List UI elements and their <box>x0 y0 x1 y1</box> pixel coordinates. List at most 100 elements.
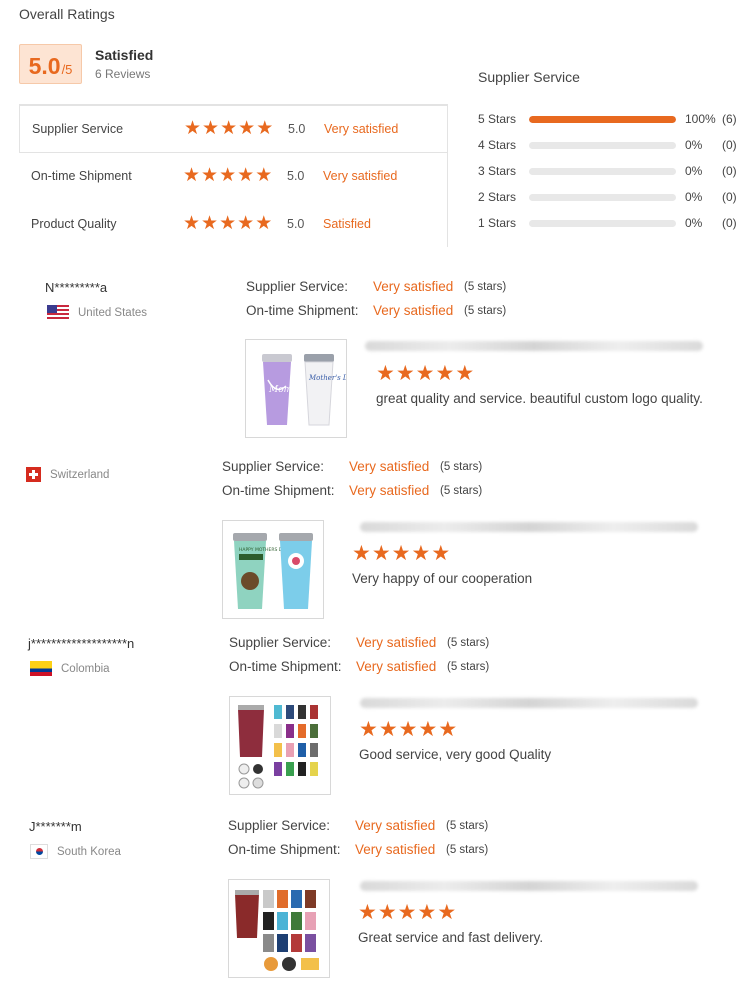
rating-value: 5.0 <box>287 217 305 231</box>
breakdown-count: (0) <box>722 216 737 230</box>
breakdown-label: 5 Stars <box>478 112 517 126</box>
overall-ratings-title: Overall Ratings <box>19 6 115 22</box>
breakdown-percent: 0% <box>685 216 703 230</box>
star-icon: ★ <box>397 901 417 924</box>
reviewer-country: Colombia <box>30 661 110 676</box>
star-icon: ★ <box>184 118 202 139</box>
reviewer-country: Switzerland <box>26 467 109 482</box>
supplier-service-value: Very satisfied <box>349 459 430 474</box>
ontime-shipment-stars: (5 stars) <box>440 485 483 497</box>
review-photo-thumbnail[interactable]: Mom Mother's Day <box>245 339 347 438</box>
supplier-service-stars: (5 stars) <box>440 461 483 473</box>
country-label: Switzerland <box>50 468 110 481</box>
flag-ch-icon <box>26 467 41 482</box>
star-icon: ★ <box>455 362 475 385</box>
rating-row-ontime-shipment[interactable]: On-time Shipment ★ ★ ★ ★ ★ 5.0 Very satisfie… <box>19 153 447 201</box>
supplier-service-label: Supplier Service: <box>228 818 331 833</box>
review-text: Great service and fast delivery. <box>358 930 544 945</box>
review-stars: ★ ★ ★ ★ ★ <box>359 719 457 740</box>
breakdown-title: Supplier Service <box>478 69 580 85</box>
breakdown-percent: 100% <box>685 112 716 126</box>
ontime-shipment-stars: (5 stars) <box>464 305 507 317</box>
supplier-service-label: Supplier Service: <box>222 459 325 474</box>
star-icon: ★ <box>376 362 395 385</box>
supplier-service-stars: (5 stars) <box>446 820 489 832</box>
ontime-shipment-value: Very satisfied <box>355 842 436 857</box>
star-icon: ★ <box>220 118 238 139</box>
review-stars: ★ ★ ★ ★ ★ <box>376 363 474 384</box>
overall-score-value: 5.0 <box>28 53 61 79</box>
star-icon: ★ <box>202 118 220 139</box>
supplier-service-label: Supplier Service: <box>229 635 332 650</box>
breakdown-bar-track <box>529 116 676 123</box>
review-text: Very happy of our cooperation <box>352 571 533 586</box>
breakdown-row: 2 Stars 0% (0) <box>478 188 748 206</box>
breakdown-bar-track <box>529 220 676 227</box>
breakdown-label: 1 Stars <box>478 216 517 230</box>
star-icon: ★ <box>431 542 451 565</box>
star-icon: ★ <box>437 901 457 924</box>
star-icon: ★ <box>237 165 255 186</box>
breakdown-percent: 0% <box>685 164 703 178</box>
rating-value: 5.0 <box>288 122 306 136</box>
rating-value: 5.0 <box>287 169 305 183</box>
supplier-service-label: Supplier Service: <box>246 279 349 294</box>
rating-row-product-quality[interactable]: Product Quality ★ ★ ★ ★ ★ 5.0 Satisfied <box>19 201 447 249</box>
star-icon: ★ <box>415 362 435 385</box>
breakdown-count: (6) <box>722 112 737 126</box>
star-icon: ★ <box>438 718 458 741</box>
ontime-shipment-label: On-time Shipment: <box>229 659 342 674</box>
thumb-text: Mother's Day <box>308 374 346 382</box>
star-icon: ★ <box>378 718 398 741</box>
supplier-service-stars: (5 stars) <box>447 637 490 649</box>
breakdown-bar-fill <box>529 116 676 123</box>
rating-stars: ★ ★ ★ ★ ★ <box>183 214 272 233</box>
ontime-shipment-value: Very satisfied <box>373 303 454 318</box>
star-icon: ★ <box>201 165 219 186</box>
breakdown-count: (0) <box>722 190 737 204</box>
rating-row-supplier-service[interactable]: Supplier Service ★ ★ ★ ★ ★ 5.0 Very satisfie… <box>19 105 447 153</box>
overall-score-badge: 5.0 /5 <box>19 44 82 84</box>
country-label: United States <box>78 306 148 319</box>
blurred-date <box>360 698 698 708</box>
ontime-shipment-label: On-time Shipment: <box>228 842 341 857</box>
star-icon: ★ <box>183 213 201 234</box>
star-icon: ★ <box>219 213 237 234</box>
thumb-text: Mom <box>268 385 292 395</box>
rating-desc: Very satisfied <box>323 169 398 183</box>
reviewer-name: j*******************n <box>28 636 135 651</box>
breakdown-bar-track <box>529 194 676 201</box>
star-icon: ★ <box>237 213 255 234</box>
breakdown-count: (0) <box>722 138 737 152</box>
review-photo-thumbnail[interactable] <box>229 696 331 795</box>
review-item: j*******************n Colombia Supplier … <box>0 626 750 801</box>
star-icon: ★ <box>238 118 256 139</box>
tumbler-photo-icon <box>238 705 318 789</box>
rating-stars: ★ ★ ★ ★ ★ <box>183 166 272 185</box>
star-icon: ★ <box>352 542 371 565</box>
star-icon: ★ <box>417 901 437 924</box>
review-item: N*********a United States Supplier Servi… <box>0 270 750 445</box>
supplier-service-stars: (5 stars) <box>464 281 507 293</box>
star-icon: ★ <box>411 542 431 565</box>
star-icon: ★ <box>359 718 378 741</box>
ontime-shipment-label: On-time Shipment: <box>246 303 359 318</box>
reviewer-country: South Korea <box>30 844 121 859</box>
flag-co-icon <box>30 661 52 676</box>
review-item: Switzerland Supplier Service: Very satis… <box>0 450 750 625</box>
flag-kr-icon <box>30 844 48 859</box>
rating-desc: Satisfied <box>323 217 371 231</box>
rating-stars: ★ ★ ★ ★ ★ <box>184 119 273 138</box>
breakdown-row: 1 Stars 0% (0) <box>478 214 748 232</box>
rating-label: On-time Shipment <box>31 169 132 183</box>
star-icon: ★ <box>377 901 397 924</box>
review-stars: ★ ★ ★ ★ ★ <box>358 902 456 923</box>
review-photo-thumbnail[interactable]: HAPPY MOTHERS DAY <box>222 520 324 619</box>
overall-score-max: /5 <box>61 62 73 77</box>
review-photo-thumbnail[interactable] <box>228 879 330 978</box>
supplier-service-value: Very satisfied <box>355 818 436 833</box>
supplier-service-value: Very satisfied <box>373 279 454 294</box>
star-icon: ★ <box>358 901 377 924</box>
reviewer-name: N*********a <box>45 280 108 295</box>
star-icon: ★ <box>371 542 391 565</box>
